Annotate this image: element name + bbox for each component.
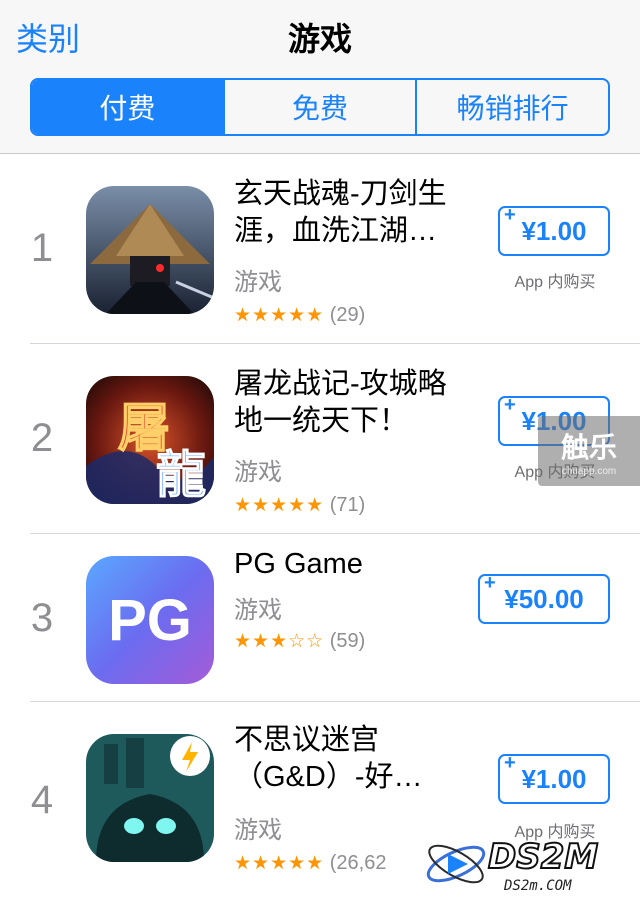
list-item[interactable]: 1 玄天战魂-刀剑生涯，血洗江湖… 游戏 ★★★★★ (29) + ¥1.00 … [0,154,640,344]
chule-watermark-logo: 触乐 chuapp.com [538,416,640,486]
app-rating: ★★★☆☆ (59) [234,630,365,653]
price-label: ¥50.00 [504,583,584,614]
tab-paid[interactable]: 付费 [32,80,223,134]
app-name: 屠龙战记-攻城略地一统天下！ [234,368,447,437]
star-rating-icon: ★★★★★ [234,305,325,326]
app-list: 1 玄天战魂-刀剑生涯，血洗江湖… 游戏 ★★★★★ (29) + ¥1.00 … [0,154,640,892]
watermark-text: DS2M [488,837,598,877]
plus-icon: + [504,394,516,416]
icon-text: PG [108,588,192,653]
app-category: 游戏 [234,459,282,486]
icon-glyph-2: 龍 [156,445,206,504]
rank-number: 1 [30,226,54,270]
rank-number: 4 [30,778,54,822]
app-icon-xuantian[interactable] [86,186,214,314]
rating-count: (59) [329,630,366,652]
rating-count: (71) [329,494,366,516]
in-app-purchase-note: App 内购买 [514,274,596,291]
app-category: 游戏 [234,817,282,844]
chart-segmented-control: 付费 免费 畅销排行 [30,78,610,136]
list-item[interactable]: 3 PG PG Game 游戏 ★★★☆☆ (59) + ¥50.00 [0,534,640,702]
price-button[interactable]: + ¥1.00 [498,204,610,256]
price-label: ¥1.00 [521,763,587,794]
app-rating: ★★★★★ (71) [234,494,365,517]
app-icon-pg[interactable]: PG [86,556,214,684]
rating-count: (29) [329,304,366,326]
star-rating-icon: ★★★★★ [234,853,325,874]
app-rating: ★★★★★ (29) [234,304,365,327]
app-category: 游戏 [234,269,282,296]
rating-count: (26,62 [329,852,387,874]
star-rating-icon: ★★★☆☆ [234,631,325,652]
app-icon-busiyi[interactable] [86,734,214,862]
rank-number: 2 [30,416,54,460]
tab-top-grossing[interactable]: 畅销排行 [415,80,608,134]
plus-icon: + [504,204,516,226]
ds2m-watermark-logo: DS2M DS2m.COM [418,828,640,900]
plus-icon: + [484,572,496,594]
page-title: 游戏 [287,21,352,57]
rank-number: 3 [30,596,54,640]
navigation-bar: 类别 游戏 付费 免费 畅销排行 [0,0,640,154]
app-rating: ★★★★★ (26,62 [234,852,386,875]
plus-icon: + [504,752,516,774]
app-name: 玄天战魂-刀剑生涯，血洗江湖… [234,178,447,247]
price-button[interactable]: + ¥50.00 [478,572,610,624]
watermark-subtext: DS2m.COM [503,878,572,894]
tab-free[interactable]: 免费 [222,80,416,134]
watermark-subtext: chuapp.com [561,465,617,477]
app-icon-tulong[interactable]: 屠 龍 [86,376,214,504]
app-name: 不思议迷宫（G&D）-好… [234,724,423,793]
price-label: ¥1.00 [521,215,587,246]
star-rating-icon: ★★★★★ [234,495,325,516]
watermark-text: 触乐 [560,431,617,463]
app-category: 游戏 [234,597,282,624]
price-button[interactable]: + ¥1.00 [498,752,610,804]
